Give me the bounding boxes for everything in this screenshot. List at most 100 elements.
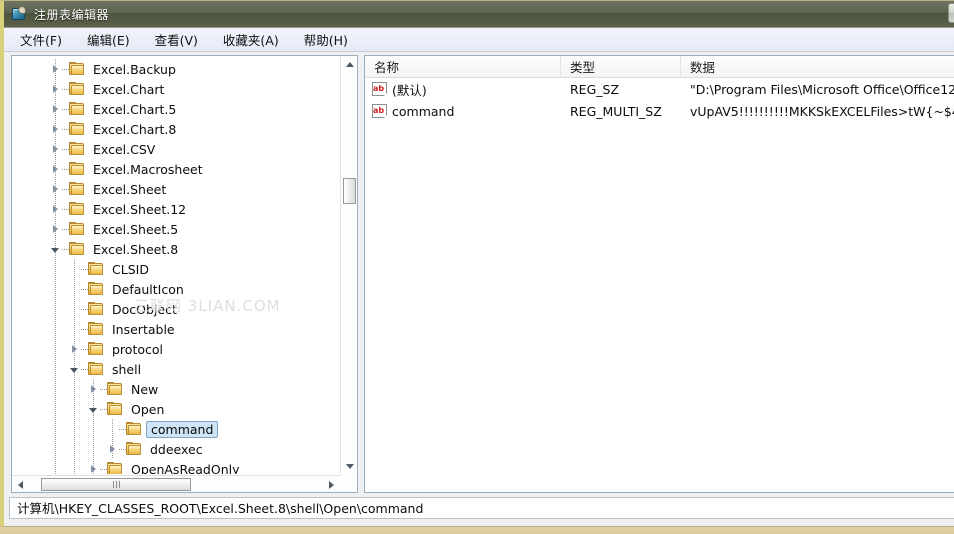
tree-item[interactable]: Excel.Chart.5 [12,99,339,119]
tree-item[interactable]: Excel.Sheet.12 [12,199,339,219]
tree-indent [12,119,56,139]
column-type[interactable]: 类型 [561,56,681,77]
chevron-right-icon[interactable] [48,119,62,139]
statusbar: 计算机\HKEY_CLASSES_ROOT\Excel.Sheet.8\shel… [4,493,954,526]
chevron-down-icon[interactable] [48,239,62,259]
tree-connector [119,419,126,439]
tree-item[interactable]: Excel.Sheet.8 [12,239,339,259]
tree-item[interactable]: ddeexec [12,439,339,459]
minimize-button[interactable] [948,3,954,23]
chevron-right-icon[interactable] [48,99,62,119]
folder-icon [88,302,104,316]
tree-indent [12,179,56,199]
chevron-right-icon[interactable] [67,339,81,359]
tree-item[interactable]: shell [12,359,339,379]
tree-item[interactable]: Excel.Chart.8 [12,119,339,139]
menu-edit[interactable]: 编辑(E) [84,28,133,51]
window-controls[interactable] [948,3,954,23]
registry-editor-window: 注册表编辑器 文件(F) 编辑(E) 查看(V) 收藏夹(A) 帮助(H) Ex… [0,0,954,527]
chevron-right-icon[interactable] [86,459,100,474]
window-titlebar[interactable]: 注册表编辑器 [4,1,954,28]
folder-icon [107,382,123,396]
values-list[interactable]: ab (默认) REG_SZ "D:\Program Files\Microsoft … [365,78,954,122]
desktop-background: 注册表编辑器 文件(F) 编辑(E) 查看(V) 收藏夹(A) 帮助(H) Ex… [0,0,954,534]
tree-item[interactable]: Excel.Backup [12,59,339,79]
chevron-right-icon[interactable] [48,179,62,199]
client-area: Excel.Backup Excel.Chart Excel.Chart.5 Exce… [4,53,954,493]
tree-indent [12,139,56,159]
chevron-down-icon[interactable] [86,399,100,419]
tree-indent [12,219,56,239]
scroll-left-button[interactable] [12,476,29,492]
chevron-right-icon[interactable] [48,199,62,219]
tree-item[interactable]: command [12,419,339,439]
scroll-right-button[interactable] [323,476,340,492]
menu-view[interactable]: 查看(V) [152,28,201,51]
tree-item-label: Excel.Sheet.8 [93,241,179,257]
menu-file[interactable]: 文件(F) [17,28,65,51]
tree-item[interactable]: Excel.CSV [12,139,339,159]
chevron-right-icon[interactable] [105,439,119,459]
folder-icon [69,82,85,96]
tree-item[interactable]: Open [12,399,339,419]
value-name: (默认) [392,82,427,98]
tree-connector [62,239,69,259]
tree-item-label: Open [131,401,165,417]
tree-item[interactable]: protocol [12,339,339,359]
scroll-up-button[interactable] [341,56,357,73]
chevron-right-icon[interactable] [86,379,100,399]
tree-item[interactable]: Excel.Sheet [12,179,339,199]
tree-item[interactable]: Excel.Macrosheet [12,159,339,179]
vertical-scroll-thumb[interactable] [343,178,356,204]
tree-item-label: DefaultIcon [112,281,184,297]
folder-icon [126,442,142,456]
tree-indent [12,359,75,379]
column-data[interactable]: 数据 [681,56,954,77]
tree-item[interactable]: Excel.Sheet.5 [12,219,339,239]
chevron-right-icon[interactable] [48,79,62,99]
tree-indent [12,379,94,399]
tree-item[interactable]: DocObject [12,299,339,319]
tree-item[interactable]: Insertable [12,319,339,339]
tree-item[interactable]: DefaultIcon [12,279,339,299]
tree-indent [12,319,75,339]
tree-connector [81,259,88,279]
value-name-cell: ab command [365,104,561,119]
folder-icon [69,202,85,216]
scroll-down-button[interactable] [341,458,357,475]
chevron-right-icon[interactable] [48,219,62,239]
menu-help[interactable]: 帮助(H) [301,28,351,51]
tree-indent [12,339,75,359]
tree-horizontal-scrollbar[interactable] [12,475,340,492]
menu-favorites[interactable]: 收藏夹(A) [220,28,282,51]
tree-vertical-scrollbar[interactable] [340,56,357,475]
value-row[interactable]: ab command REG_MULTI_SZ vUpAV5!!!!!!!!!!MKK… [365,100,954,122]
chevron-down-icon[interactable] [67,359,81,379]
column-name[interactable]: 名称 [365,56,561,77]
chevron-right-icon[interactable] [48,159,62,179]
tree-item[interactable]: New [12,379,339,399]
tree-item[interactable]: Excel.Chart [12,79,339,99]
scrollbar-corner [340,475,357,492]
tree-indent [12,299,75,319]
tree-connector [100,459,107,474]
registry-tree-pane: Excel.Backup Excel.Chart Excel.Chart.5 Exce… [11,55,358,493]
tree-item[interactable]: OpenAsReadOnly [12,459,339,474]
tree-connector [81,339,88,359]
value-row[interactable]: ab (默认) REG_SZ "D:\Program Files\Microsoft … [365,78,954,100]
tree-indent [12,159,56,179]
tree-indent [12,399,94,419]
value-name-cell: ab (默认) [365,80,561,99]
folder-icon [69,142,85,156]
tree-item[interactable]: CLSID [12,259,339,279]
folder-icon [88,282,104,296]
tree-connector [81,279,88,299]
tree-connector [62,199,69,219]
horizontal-scroll-thumb[interactable] [41,478,191,491]
tree-connector [62,139,69,159]
registry-tree[interactable]: Excel.Backup Excel.Chart Excel.Chart.5 Exce… [12,56,339,474]
chevron-right-icon[interactable] [48,139,62,159]
chevron-right-icon[interactable] [48,59,62,79]
